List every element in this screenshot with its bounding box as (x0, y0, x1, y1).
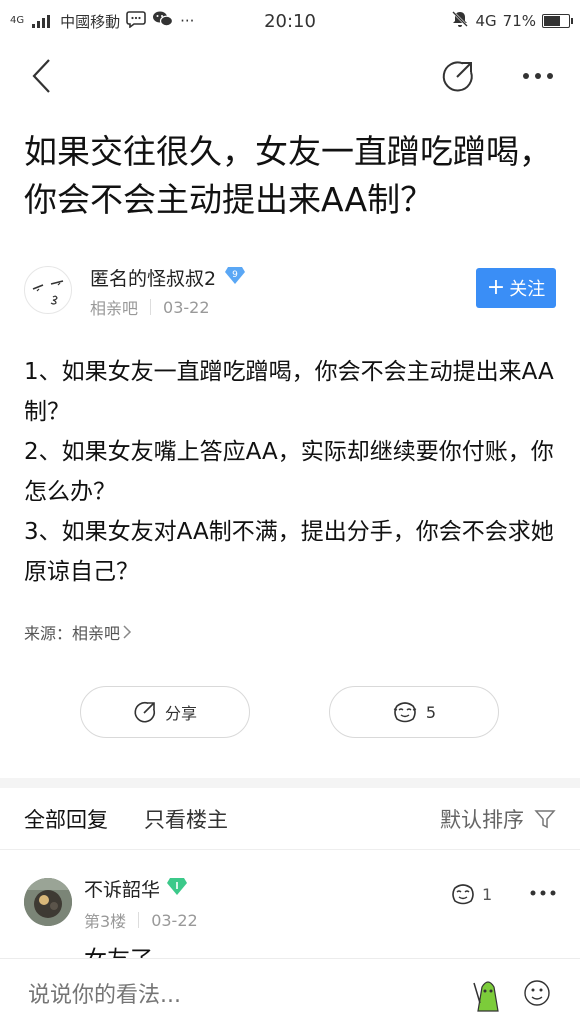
post-date: 03-22 (163, 297, 210, 317)
carrier-name: 中國移動 (60, 12, 121, 31)
plus-icon: + (486, 275, 506, 300)
avatar-face-icon (32, 280, 64, 305)
tab-owner-only[interactable]: 只看楼主 (144, 804, 228, 834)
content-paragraph: 2、如果女友嘴上答应AA，实际却继续要你付账，你怎么办？ (24, 439, 554, 505)
meta-separator (150, 299, 152, 315)
follow-label: 关注 (509, 279, 546, 300)
post-title: 如果交往很久，女友一直蹭吃蹭喝，你会不会主动提出来AA制？ (24, 132, 552, 219)
source-link[interactable]: 来源：相亲吧 (24, 620, 132, 644)
back-button[interactable] (22, 56, 62, 96)
like-face-icon (452, 884, 474, 905)
top-navbar (0, 42, 580, 110)
network-top-label: 4G (10, 15, 25, 26)
message-icon (126, 10, 146, 32)
more-dots: ··· (180, 12, 195, 30)
comment-input[interactable] (28, 982, 428, 1008)
sticker-character-icon[interactable] (470, 973, 506, 1017)
reply-like-count: 1 (482, 884, 493, 904)
post-content: 1、如果女友一直蹭吃蹭喝，你会不会主动提出来AA制？ 2、如果女友嘴上答应AA，… (24, 352, 559, 592)
status-bar: 4G 中國移動 ··· 20:10 4G 71% (0, 0, 580, 42)
reply-date: 03-22 (151, 910, 198, 930)
reply-avatar-image (24, 878, 72, 926)
reply-avatar[interactable] (24, 878, 72, 926)
reply-meta: 第3楼 03-22 (84, 908, 198, 932)
author-meta: 相亲吧 03-22 (90, 295, 210, 319)
battery-icon (542, 14, 573, 28)
more-options-button[interactable] (518, 56, 558, 96)
comment-bar (0, 958, 580, 1031)
reply-tabs: 全部回复 只看楼主 默认排序 (0, 788, 580, 850)
level-number: 9 (232, 270, 238, 280)
back-arrow-icon (32, 59, 50, 93)
forum-name[interactable]: 相亲吧 (90, 295, 138, 319)
like-face-icon (393, 702, 417, 723)
like-button[interactable]: 5 (329, 686, 499, 738)
tab-all-replies[interactable]: 全部回复 (24, 804, 108, 834)
status-right: 4G 71% (451, 10, 573, 32)
share-button[interactable]: 分享 (80, 686, 250, 738)
level-gem-icon: 9 (224, 265, 246, 290)
author-name-text: 匿名的怪叔叔2 (90, 268, 217, 290)
share-top-button[interactable] (438, 56, 478, 96)
follow-button[interactable]: + 关注 (476, 268, 556, 308)
like-count: 5 (425, 702, 437, 722)
source-text: 来源：相亲吧 (24, 624, 121, 643)
emoji-face-icon[interactable] (522, 978, 552, 1012)
sort-label: 默认排序 (440, 807, 524, 832)
share-label: 分享 (164, 704, 197, 723)
reply-author-name: 不诉韶华 (84, 879, 161, 901)
battery-fill (544, 16, 560, 26)
reply-item: 不诉韶华 第3楼 03-22 1 女友了，... (0, 862, 580, 962)
battery-percent: 71% (502, 12, 536, 30)
share-icon (134, 701, 156, 723)
reply-like-button[interactable]: 1 (450, 882, 492, 906)
author-name[interactable]: 匿名的怪叔叔2 9 (90, 264, 246, 291)
green-gem-icon (166, 876, 188, 901)
reply-floor: 第3楼 (84, 912, 127, 931)
meta-separator (138, 912, 140, 928)
mute-bell-icon (451, 10, 469, 32)
chevron-right-icon (123, 625, 132, 639)
author-avatar[interactable] (24, 266, 72, 314)
wechat-icon (152, 10, 174, 32)
status-left: 4G 中國移動 ··· (10, 10, 194, 32)
signal-icon (32, 14, 51, 28)
sort-button[interactable]: 默认排序 (440, 804, 556, 834)
section-divider (0, 778, 580, 788)
network-type: 4G (475, 12, 497, 30)
content-paragraph: 1、如果女友一直蹭吃蹭喝，你会不会主动提出来AA制？ (24, 359, 554, 425)
content-paragraph: 3、如果女友对AA制不满，提出分手，你会不会求她原谅自己？ (24, 519, 554, 585)
more-horizontal-icon (530, 890, 556, 896)
share-icon (442, 61, 473, 92)
post-actions: 分享 5 (0, 686, 580, 738)
more-horizontal-icon (523, 73, 553, 79)
author-row: 匿名的怪叔叔2 9 相亲吧 03-22 + 关注 (24, 262, 556, 322)
filter-icon (534, 809, 556, 828)
network-indicator: 4G (10, 16, 24, 26)
reply-author[interactable]: 不诉韶华 (84, 875, 188, 902)
reply-more-button[interactable] (530, 882, 556, 901)
